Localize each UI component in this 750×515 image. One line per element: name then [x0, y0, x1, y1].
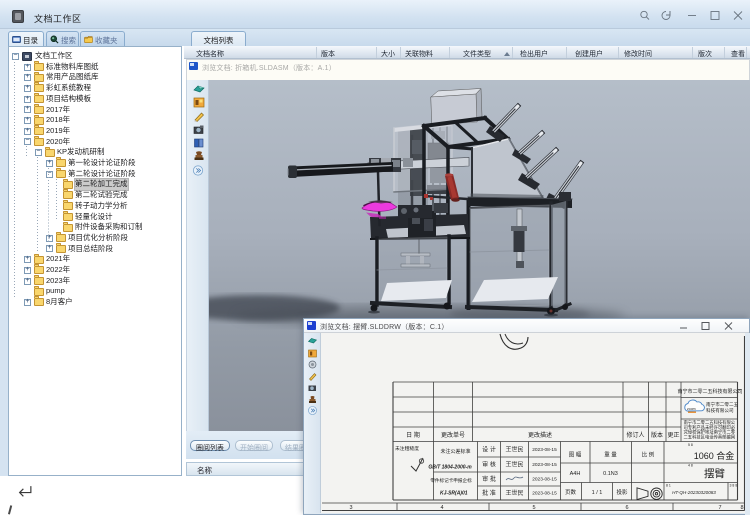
svg-text:二五科技区电话传真邮编网: 二五科技区电话传真邮编网 [684, 433, 736, 440]
svg-text:3: 3 [349, 505, 352, 511]
svg-text:比 例: 比 例 [642, 451, 655, 459]
svg-text:6: 6 [625, 505, 628, 511]
svg-text:重 量: 重 量 [604, 451, 617, 459]
svg-text:南宁市二零二五科技有限公司: 南宁市二零二五科技有限公司 [677, 388, 742, 395]
svg-text:页数: 页数 [565, 488, 577, 496]
svg-text:日 期: 日 期 [406, 431, 420, 439]
svg-text:未注粗糙度: 未注粗糙度 [395, 445, 419, 452]
svg-text:审 批: 审 批 [482, 475, 496, 483]
svg-text:更正: 更正 [667, 432, 679, 439]
svg-text:投影: 投影 [616, 488, 628, 496]
svg-text:零件标记卡申报企标: 零件标记卡申报企标 [430, 477, 472, 484]
svg-text:5: 5 [532, 505, 535, 511]
svg-text:王世民: 王世民 [505, 489, 523, 497]
svg-text:3 8 8: 3 8 8 [730, 484, 738, 488]
svg-text:4: 4 [440, 505, 443, 511]
svg-text:1060 合金: 1060 合金 [694, 450, 735, 461]
svg-text:0.1N3: 0.1N3 [603, 471, 618, 477]
svg-text:摆臂: 摆臂 [704, 467, 725, 480]
svg-text:王世民: 王世民 [505, 461, 523, 469]
svg-text:更改单号: 更改单号 [441, 431, 465, 439]
svg-text:5 8: 5 8 [688, 443, 693, 447]
svg-text:1 / 1: 1 / 1 [592, 490, 603, 496]
svg-text:2023-08-15: 2023-08-15 [532, 447, 557, 453]
svg-text:7: 7 [718, 505, 721, 511]
svg-text:8 1: 8 1 [666, 484, 671, 488]
svg-text:4 8: 4 8 [688, 464, 693, 468]
svg-text:8: 8 [740, 505, 743, 511]
svg-text:A4H: A4H [570, 471, 581, 477]
svg-text:修订人: 修订人 [626, 431, 644, 439]
svg-text:未注公差标准: 未注公差标准 [440, 448, 470, 455]
svg-text:KJ-SR(A)01: KJ-SR(A)01 [440, 491, 468, 497]
svg-text:设 计: 设 计 [482, 446, 496, 454]
svg-text:2023-08-15: 2023-08-15 [532, 462, 557, 468]
svg-text:王世民: 王世民 [505, 446, 523, 454]
svg-text:图 幅: 图 幅 [569, 451, 582, 459]
svg-text:2023-08-15: 2023-08-15 [532, 491, 557, 497]
svg-text:审 核: 审 核 [482, 461, 496, 469]
svg-text:科技有限公司: 科技有限公司 [706, 407, 734, 414]
svg-text:更改描述: 更改描述 [528, 431, 552, 439]
svg-text:GB/T 1804-2000-m: GB/T 1804-2000-m [428, 465, 472, 471]
svg-text:HT-QH-20230320083: HT-QH-20230320083 [672, 490, 716, 495]
svg-text:批 准: 批 准 [482, 489, 496, 497]
svg-text:版本: 版本 [651, 431, 663, 439]
svg-text:南宁市二零二五: 南宁市二零二五 [706, 401, 739, 408]
svg-text:zoom: zoom [687, 407, 696, 411]
svg-text:2023-08-15: 2023-08-15 [532, 477, 557, 483]
